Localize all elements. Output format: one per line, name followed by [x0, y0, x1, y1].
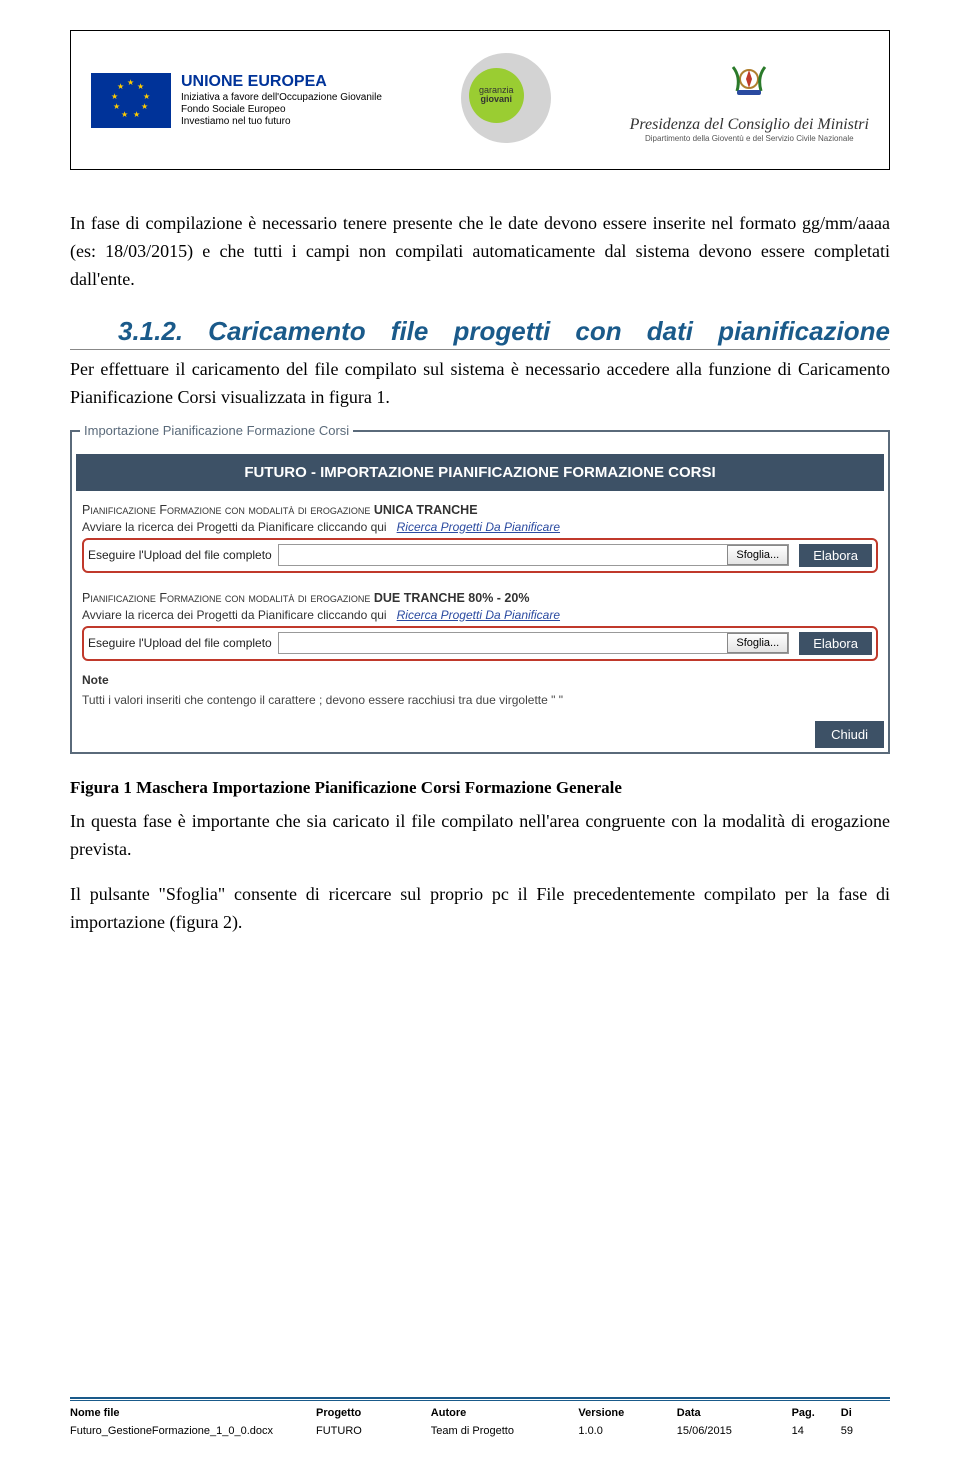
footer-h-di: Di [841, 1407, 890, 1421]
footer-v-progetto: FUTURO [316, 1421, 431, 1437]
presidenza-logo-block: Presidenza del Consiglio dei Ministri Di… [630, 57, 869, 143]
section1-title: Pianificazione Formazione con modalità d… [82, 503, 878, 517]
screenshot-figure-1: Importazione Pianificazione Formazione C… [70, 430, 890, 754]
chiudi-button[interactable]: Chiudi [815, 721, 884, 748]
section2-title: Pianificazione Formazione con modalità d… [82, 591, 878, 605]
footer-v-data: 15/06/2015 [677, 1421, 792, 1437]
ricerca-progetti-link-2[interactable]: Ricerca Progetti Da Pianificare [397, 608, 560, 622]
sfoglia-button-2[interactable]: Sfoglia... [727, 633, 788, 653]
note-label: Note [76, 673, 884, 687]
section1-search-line: Avviare la ricerca dei Progetti da Piani… [82, 520, 878, 534]
footer-h-progetto: Progetto [316, 1407, 431, 1421]
panel-header: FUTURO - IMPORTAZIONE PIANIFICAZIONE FOR… [76, 454, 884, 491]
paragraph-2: Per effettuare il caricamento del file c… [70, 356, 890, 412]
section2-search-line: Avviare la ricerca dei Progetti da Piani… [82, 608, 878, 622]
footer-v-pag: 14 [792, 1421, 841, 1437]
eu-flag-icon: ★ ★ ★ ★ ★ ★ ★ ★ ★ [91, 73, 171, 128]
eu-title: UNIONE EUROPEA [181, 72, 382, 91]
file-input-2[interactable]: Sfoglia... [278, 632, 789, 654]
section-due-tranche: Pianificazione Formazione con modalità d… [76, 579, 884, 667]
italy-emblem-icon [630, 57, 869, 111]
footer-h-data: Data [677, 1407, 792, 1421]
ricerca-progetti-link-1[interactable]: Ricerca Progetti Da Pianificare [397, 520, 560, 534]
eu-logo-block: ★ ★ ★ ★ ★ ★ ★ ★ ★ UNIONE EUROPEA Iniziat… [91, 72, 382, 127]
footer-v-nome: Futuro_GestioneFormazione_1_0_0.docx [70, 1421, 316, 1437]
file-input-1[interactable]: Sfoglia... [278, 544, 789, 566]
footer-h-nome: Nome file [70, 1407, 316, 1421]
presidenza-title: Presidenza del Consiglio dei Ministri [630, 116, 869, 134]
presidenza-subtitle: Dipartimento della Gioventù e del Serviz… [630, 134, 869, 143]
upload-label-2: Eseguire l'Upload del file completo [88, 636, 272, 650]
footer-h-autore: Autore [431, 1407, 579, 1421]
footer-v-autore: Team di Progetto [431, 1421, 579, 1437]
section-heading-312: 3.1.2. Caricamento file progetti con dat… [70, 316, 890, 350]
note-text: Tutti i valori inseriti che contengo il … [76, 693, 884, 707]
eu-line3: Investiamo nel tuo futuro [181, 116, 382, 128]
upload-row-2-highlight: Eseguire l'Upload del file completo Sfog… [82, 626, 878, 661]
upload-row-1-highlight: Eseguire l'Upload del file completo Sfog… [82, 538, 878, 573]
fieldset-legend: Importazione Pianificazione Formazione C… [80, 423, 353, 438]
eu-line1: Iniziativa a favore dell'Occupazione Gio… [181, 92, 382, 104]
upload-label-1: Eseguire l'Upload del file completo [88, 548, 272, 562]
document-header: ★ ★ ★ ★ ★ ★ ★ ★ ★ UNIONE EUROPEA Iniziat… [70, 30, 890, 170]
footer-v-versione: 1.0.0 [578, 1421, 676, 1437]
sfoglia-button-1[interactable]: Sfoglia... [727, 545, 788, 565]
section-unica-tranche: Pianificazione Formazione con modalità d… [76, 491, 884, 579]
footer-h-pag: Pag. [792, 1407, 841, 1421]
figure-1-caption: Figura 1 Maschera Importazione Pianifica… [70, 778, 890, 798]
paragraph-3: In questa fase è importante che sia cari… [70, 808, 890, 864]
footer-v-di: 59 [841, 1421, 890, 1437]
elabora-button-2[interactable]: Elabora [799, 632, 872, 655]
footer-h-versione: Versione [578, 1407, 676, 1421]
garanzia-giovani-logo: garanzia giovani [461, 53, 551, 148]
paragraph-4: Il pulsante "Sfoglia" consente di ricerc… [70, 881, 890, 937]
paragraph-1: In fase di compilazione è necessario ten… [70, 210, 890, 294]
eu-line2: Fondo Sociale Europeo [181, 104, 382, 116]
page-footer: Nome file Progetto Autore Versione Data … [70, 1397, 890, 1437]
elabora-button-1[interactable]: Elabora [799, 544, 872, 567]
